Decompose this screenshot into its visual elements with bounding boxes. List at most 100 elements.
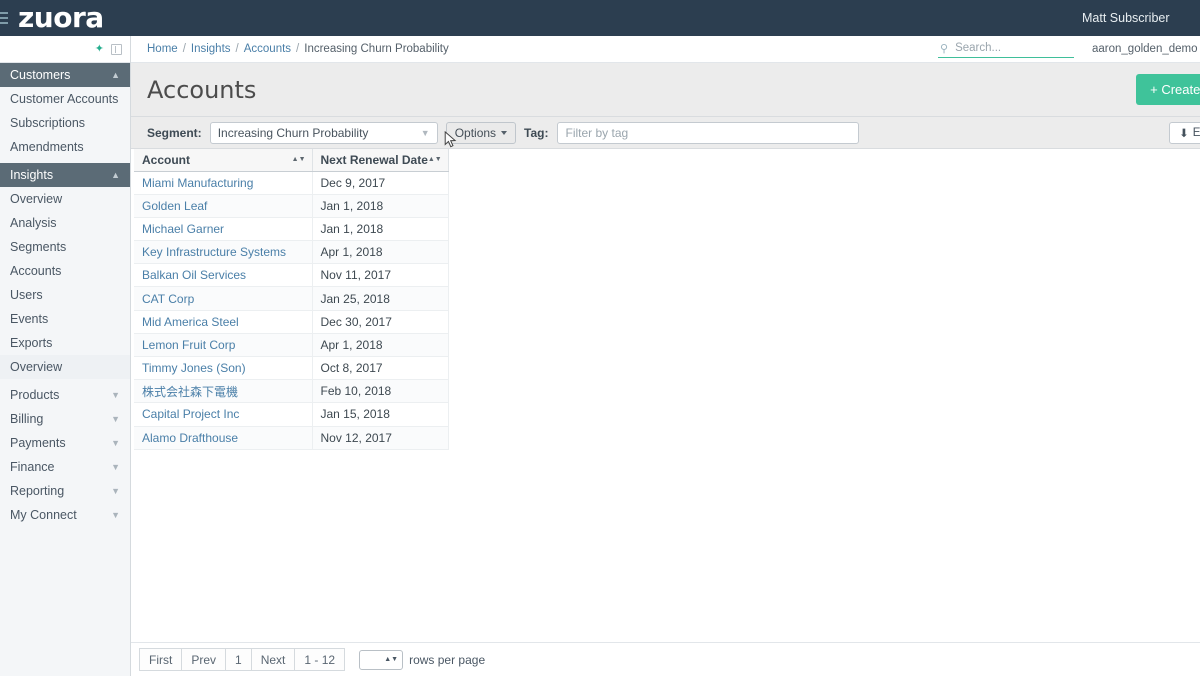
- top-brand-bar: zuora Matt Subscriber: [0, 0, 1200, 36]
- sidebar-section-billing[interactable]: Billing ▼: [0, 407, 130, 431]
- pagination-next[interactable]: Next: [250, 648, 295, 671]
- account-link[interactable]: Capital Project Inc: [142, 407, 239, 421]
- account-switcher[interactable]: aaron_golden_demo: [1092, 43, 1200, 55]
- pagination-prev[interactable]: Prev: [181, 648, 226, 671]
- breadcrumb-insights[interactable]: Insights: [191, 43, 231, 55]
- cell-account: Alamo Drafthouse: [134, 426, 313, 450]
- caret-down-icon: [501, 130, 508, 135]
- cell-account: Key Infrastructure Systems: [134, 240, 313, 265]
- pagination-first[interactable]: First: [139, 648, 182, 671]
- sidebar-item-amendments[interactable]: Amendments: [0, 135, 130, 159]
- pin-icon[interactable]: ✦: [95, 43, 104, 55]
- account-link[interactable]: Key Infrastructure Systems: [142, 245, 286, 259]
- sidebar-section-insights[interactable]: Insights ▲: [0, 163, 130, 187]
- create-segment-button[interactable]: + Create Segment: [1136, 74, 1200, 105]
- pagination-page-1[interactable]: 1: [225, 648, 251, 671]
- sidebar-item-label: Exports: [10, 336, 53, 350]
- sidebar-item-segments[interactable]: Segments: [0, 235, 130, 259]
- tag-filter-input[interactable]: [556, 121, 859, 144]
- chevron-down-icon: ▼: [420, 127, 430, 138]
- account-link[interactable]: Michael Garner: [142, 222, 224, 236]
- sidebar-item-subscriptions[interactable]: Subscriptions: [0, 111, 130, 135]
- account-link[interactable]: Timmy Jones (Son): [142, 361, 246, 375]
- cell-account: Miami Manufacturing: [134, 171, 313, 195]
- account-link[interactable]: Lemon Fruit Corp: [142, 338, 235, 352]
- segment-select[interactable]: Increasing Churn Probability ▼: [209, 121, 438, 144]
- account-link[interactable]: Miami Manufacturing: [142, 176, 253, 190]
- column-header-next-renewal-date[interactable]: Next Renewal Date ▲▼: [312, 149, 449, 172]
- breadcrumb-current: Increasing Churn Probability: [304, 43, 449, 55]
- panel-toggle-icon[interactable]: [111, 43, 122, 55]
- sidebar-item-label: Billing: [10, 412, 44, 426]
- breadcrumb-home[interactable]: Home: [147, 43, 178, 55]
- sidebar-item-exports[interactable]: Exports: [0, 331, 130, 355]
- cell-next-renewal-date: Jan 25, 2018: [312, 286, 449, 311]
- chevron-up-icon: ▲: [111, 70, 120, 80]
- chevron-up-icon: ▲: [111, 170, 120, 180]
- sidebar-item-label: My Connect: [10, 508, 77, 522]
- column-header-label: Next Renewal Date: [320, 152, 428, 167]
- account-link[interactable]: CAT Corp: [142, 292, 194, 306]
- search-input[interactable]: [953, 41, 1064, 55]
- sidebar-item-accounts[interactable]: Accounts: [0, 259, 130, 283]
- sidebar-section-reporting[interactable]: Reporting ▼: [0, 479, 130, 503]
- chevron-down-icon: ▼: [111, 486, 120, 496]
- rows-per-page-select[interactable]: ▲▼: [359, 649, 404, 670]
- cell-account: 株式会社森下電機: [134, 379, 313, 404]
- export-button[interactable]: ⬇ Export: [1169, 121, 1200, 144]
- search-icon: ⚲: [940, 42, 949, 55]
- sidebar-item-customer-accounts[interactable]: Customer Accounts: [0, 87, 130, 111]
- segment-label: Segment:: [147, 125, 202, 140]
- account-link[interactable]: Golden Leaf: [142, 199, 207, 213]
- sidebar-section-finance[interactable]: Finance ▼: [0, 455, 130, 479]
- sidebar-section-products[interactable]: Products ▼: [0, 383, 130, 407]
- table-row: Key Infrastructure Systems Apr 1, 2018: [134, 240, 449, 265]
- account-link[interactable]: 株式会社森下電機: [142, 385, 238, 399]
- cell-next-renewal-date: Jan 1, 2018: [312, 194, 449, 218]
- cell-account: Balkan Oil Services: [134, 263, 313, 288]
- sidebar-item-overview-secondary[interactable]: Overview: [0, 355, 130, 379]
- breadcrumb-accounts[interactable]: Accounts: [244, 43, 291, 55]
- export-button-label: Export: [1192, 126, 1200, 139]
- sidebar-item-users[interactable]: Users: [0, 283, 130, 307]
- table-row: Golden Leaf Jan 1, 2018: [134, 194, 449, 218]
- cell-next-renewal-date: Jan 15, 2018: [312, 402, 449, 427]
- sidebar-section-customers[interactable]: Customers ▲: [0, 63, 130, 87]
- sidebar-item-label: Overview: [10, 360, 63, 374]
- sidebar-section-label: Insights: [10, 168, 54, 182]
- cell-account: Golden Leaf: [134, 194, 313, 218]
- pagination-controls: First Prev 1 Next 1 - 12: [139, 648, 346, 671]
- cell-account: CAT Corp: [134, 286, 313, 311]
- account-link[interactable]: Mid America Steel: [142, 315, 239, 329]
- cell-next-renewal-date: Feb 10, 2018: [312, 379, 449, 404]
- cell-next-renewal-date: Nov 11, 2017: [312, 263, 449, 288]
- options-button[interactable]: Options: [445, 121, 517, 144]
- sidebar-item-label: Reporting: [10, 484, 65, 498]
- sidebar-section-payments[interactable]: Payments ▼: [0, 431, 130, 455]
- accounts-table: Account ▲▼ Next Renewal Date ▲▼ Miami Ma…: [134, 149, 449, 450]
- account-link[interactable]: Alamo Drafthouse: [142, 431, 238, 445]
- sidebar-section-my-connect[interactable]: My Connect ▼: [0, 503, 130, 527]
- column-header-account[interactable]: Account ▲▼: [134, 149, 313, 172]
- breadcrumb-separator: /: [235, 43, 239, 55]
- cell-next-renewal-date: Oct 8, 2017: [312, 356, 449, 381]
- cell-account: Michael Garner: [134, 217, 313, 242]
- sidebar-item-overview[interactable]: Overview: [0, 187, 130, 211]
- sidebar-item-events[interactable]: Events: [0, 307, 130, 331]
- table-row: Capital Project Inc Jan 15, 2018: [134, 402, 449, 427]
- tag-label: Tag:: [524, 125, 549, 140]
- sidebar-item-label: Analysis: [10, 216, 57, 230]
- sidebar-item-analysis[interactable]: Analysis: [0, 211, 130, 235]
- cell-next-renewal-date: Jan 1, 2018: [312, 217, 449, 242]
- chevron-down-icon: ▼: [111, 390, 120, 400]
- chevron-down-icon: ▼: [111, 462, 120, 472]
- cell-next-renewal-date: Dec 9, 2017: [312, 171, 449, 195]
- hamburger-menu-icon[interactable]: [0, 12, 8, 24]
- topbar-username[interactable]: Matt Subscriber: [1082, 11, 1200, 25]
- account-link[interactable]: Balkan Oil Services: [142, 268, 246, 282]
- sidebar: ✦ Customers ▲ Customer Accounts Subscrip…: [0, 36, 131, 676]
- table-row: Michael Garner Jan 1, 2018: [134, 217, 449, 242]
- search-box[interactable]: ⚲: [938, 40, 1074, 58]
- table-row: 株式会社森下電機 Feb 10, 2018: [134, 379, 449, 404]
- cell-account: Capital Project Inc: [134, 402, 313, 427]
